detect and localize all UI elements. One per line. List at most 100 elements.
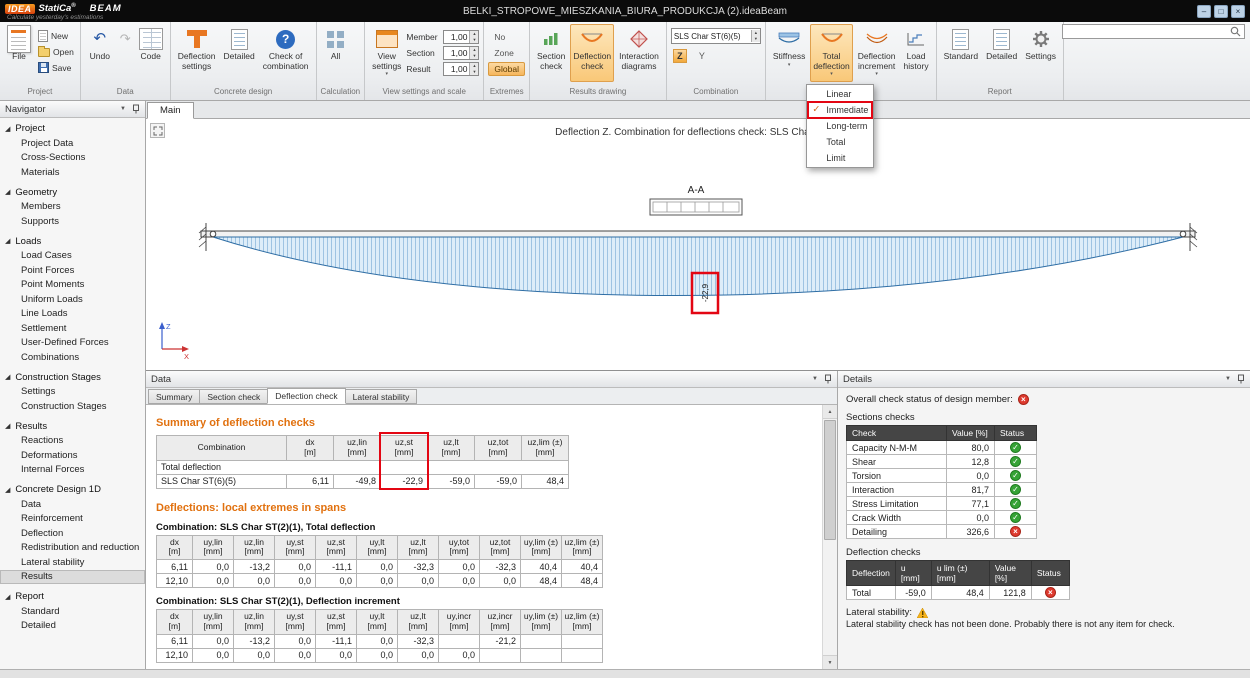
deflection-diagram[interactable] <box>213 237 1183 296</box>
deflection-increment-button[interactable]: Deflection increment ▾ <box>855 24 899 82</box>
stepper-arrows-icon[interactable]: ▲▼ <box>469 63 478 75</box>
panel-menu-icon[interactable]: ▼ <box>120 106 126 112</box>
nav-item-results[interactable]: Results <box>0 570 145 585</box>
deflection-settings-button[interactable]: Deflection settings <box>175 24 219 82</box>
menu-item-long-term[interactable]: Long-term <box>808 118 872 134</box>
extremes-no-button[interactable]: No <box>488 30 525 44</box>
nav-item-cross-sections[interactable]: Cross-Sections <box>0 151 145 166</box>
panel-menu-icon[interactable]: ▼ <box>812 376 818 382</box>
nav-item-lateral-stability[interactable]: Lateral stability <box>0 555 145 570</box>
nav-item-data[interactable]: Data <box>0 497 145 512</box>
menu-item-total[interactable]: Total <box>808 134 872 150</box>
nav-item-internal-forces[interactable]: Internal Forces <box>0 463 145 478</box>
total-deflection-button[interactable]: Total deflection ▾ <box>810 24 852 82</box>
nav-section-geometry[interactable]: ◢Geometry <box>0 185 145 200</box>
report-settings-button[interactable]: Settings <box>1022 24 1059 82</box>
menu-item-linear[interactable]: Linear <box>808 86 872 102</box>
nav-section-construction-stages[interactable]: ◢Construction Stages <box>0 370 145 385</box>
menu-item-limit[interactable]: Limit <box>808 150 872 166</box>
nav-item-members[interactable]: Members <box>0 200 145 215</box>
scroll-down-icon[interactable]: ▼ <box>823 655 837 669</box>
panel-menu-icon[interactable]: ▼ <box>1225 376 1231 382</box>
nav-item-settlement[interactable]: Settlement <box>0 321 145 336</box>
calculate-all-button[interactable]: All <box>321 24 351 82</box>
section-check-button[interactable]: Section check <box>534 24 568 82</box>
nav-item-point-forces[interactable]: Point Forces <box>0 263 145 278</box>
interaction-diagrams-button[interactable]: Interaction diagrams <box>616 24 662 82</box>
stepper-arrows-icon[interactable]: ▲▼ <box>469 47 478 59</box>
pin-icon[interactable] <box>132 104 140 114</box>
scroll-thumb[interactable] <box>824 420 836 540</box>
combination-select[interactable]: SLS Char ST(6)(5) ▲▼ <box>671 28 761 44</box>
nav-item-reinforcement[interactable]: Reinforcement <box>0 512 145 527</box>
scroll-up-icon[interactable]: ▲ <box>823 405 837 419</box>
open-button[interactable]: Open <box>36 44 76 59</box>
direction-z-toggle[interactable]: Z <box>673 49 687 63</box>
data-scrollbar[interactable]: ▲ ▼ <box>822 405 837 669</box>
section-scale-stepper[interactable]: 1,00 ▲▼ <box>443 46 479 60</box>
nav-item-line-loads[interactable]: Line Loads <box>0 307 145 322</box>
save-button[interactable]: Save <box>36 60 76 75</box>
extremes-zone-button[interactable]: Zone <box>488 46 525 60</box>
tab-deflection-check[interactable]: Deflection check <box>267 388 345 404</box>
search-box[interactable] <box>1062 24 1245 39</box>
combo-arrows-icon[interactable]: ▲▼ <box>751 30 760 42</box>
minimize-button[interactable]: – <box>1197 5 1211 18</box>
nav-item-user-defined-forces[interactable]: User-Defined Forces <box>0 336 145 351</box>
stiffness-button[interactable]: Stiffness ▾ <box>770 24 808 82</box>
nav-item-materials[interactable]: Materials <box>0 165 145 180</box>
load-history-button[interactable]: Load history <box>901 24 932 82</box>
nav-item-deflection[interactable]: Deflection <box>0 526 145 541</box>
deflection-check-button[interactable]: Deflection check <box>570 24 614 82</box>
nav-item-load-cases[interactable]: Load Cases <box>0 249 145 264</box>
nav-item-standard[interactable]: Standard <box>0 604 145 619</box>
close-button[interactable]: × <box>1231 5 1245 18</box>
file-button[interactable]: File <box>4 24 34 82</box>
nav-item-settings[interactable]: Settings <box>0 385 145 400</box>
report-detailed-button[interactable]: Detailed <box>983 24 1020 82</box>
nav-item-deformations[interactable]: Deformations <box>0 448 145 463</box>
nav-section-concrete-design-1d[interactable]: ◢Concrete Design 1D <box>0 482 145 497</box>
nav-item-point-moments[interactable]: Point Moments <box>0 278 145 293</box>
menu-item-immediate[interactable]: ✓Immediate <box>808 102 872 118</box>
member-scale-stepper[interactable]: 1,00 ▲▼ <box>443 30 479 44</box>
tab-main[interactable]: Main <box>147 102 194 119</box>
report-standard-button[interactable]: Standard <box>941 24 982 82</box>
nav-item-detailed[interactable]: Detailed <box>0 619 145 634</box>
nav-item-reactions[interactable]: Reactions <box>0 434 145 449</box>
beam-member[interactable] <box>201 231 1195 237</box>
expand-view-button[interactable] <box>150 123 165 138</box>
nav-section-project[interactable]: ◢Project <box>0 121 145 136</box>
nav-section-label: Loads <box>15 236 41 247</box>
nav-item-redistribution-and-reduction[interactable]: Redistribution and reduction <box>0 541 145 556</box>
result-scale-stepper[interactable]: 1,00 ▲▼ <box>443 62 479 76</box>
new-button[interactable]: New <box>36 28 76 43</box>
nav-item-supports[interactable]: Supports <box>0 214 145 229</box>
tab-section-check[interactable]: Section check <box>199 389 268 404</box>
nav-section-report[interactable]: ◢Report <box>0 589 145 604</box>
summary-col-header: Combination <box>157 436 287 461</box>
check-of-combination-button[interactable]: ? Check of combination <box>260 24 312 82</box>
nav-section-loads[interactable]: ◢Loads <box>0 234 145 249</box>
nav-item-construction-stages[interactable]: Construction Stages <box>0 399 145 414</box>
maximize-button[interactable]: □ <box>1214 5 1228 18</box>
stepper-arrows-icon[interactable]: ▲▼ <box>469 31 478 43</box>
tab-summary[interactable]: Summary <box>148 389 200 404</box>
tab-lateral-stability[interactable]: Lateral stability <box>345 389 418 404</box>
model-canvas[interactable]: Deflection Z. Combination for deflection… <box>146 119 1250 371</box>
view-settings-button[interactable]: View settings ▾ <box>369 24 404 82</box>
pin-icon[interactable] <box>1237 374 1245 384</box>
nav-section-results[interactable]: ◢Results <box>0 419 145 434</box>
pin-icon[interactable] <box>824 374 832 384</box>
redo-button[interactable]: ↷ <box>117 24 134 82</box>
group-label-combination: Combination <box>667 86 765 99</box>
search-input[interactable] <box>1066 26 1230 38</box>
extremes-global-button[interactable]: Global <box>488 62 525 76</box>
nav-item-project-data[interactable]: Project Data <box>0 136 145 151</box>
detailed-check-button[interactable]: Detailed <box>221 24 258 82</box>
direction-y-toggle[interactable]: Y <box>699 51 705 61</box>
nav-item-combinations[interactable]: Combinations <box>0 350 145 365</box>
nav-item-uniform-loads[interactable]: Uniform Loads <box>0 292 145 307</box>
code-button[interactable]: Code <box>136 24 166 82</box>
undo-button[interactable]: ↶ Undo <box>85 24 115 82</box>
